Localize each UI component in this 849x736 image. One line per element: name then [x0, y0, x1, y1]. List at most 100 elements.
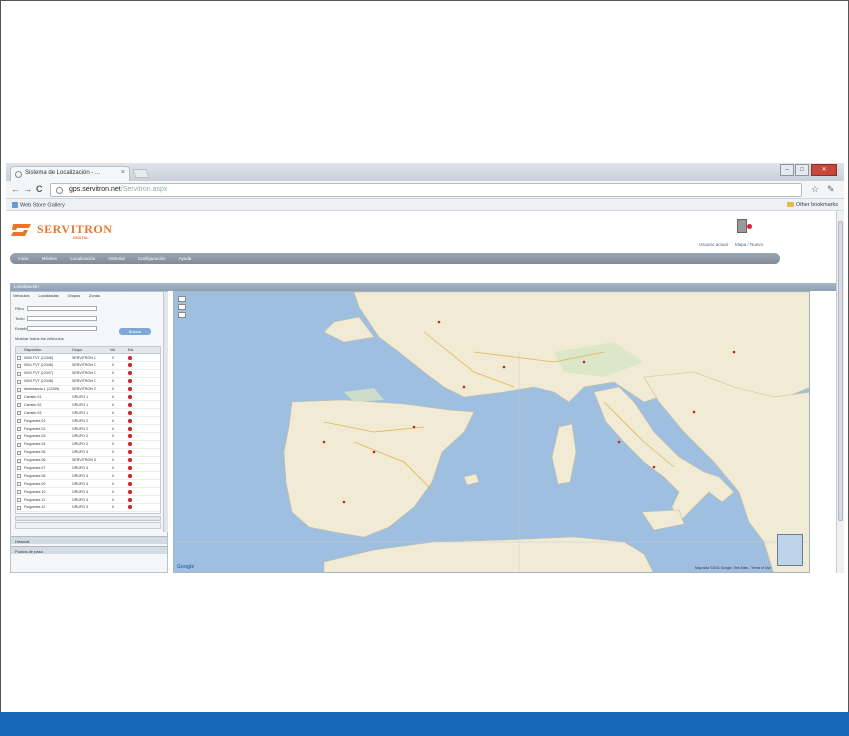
table-row[interactable]: Ambulancia 1 (12349) SERVITRON 2 0 — [16, 386, 160, 394]
row-checkbox[interactable] — [17, 490, 21, 495]
row-checkbox[interactable] — [17, 363, 21, 368]
map-view[interactable]: Map data ©2011 Google, Tele Atlas - Term… — [173, 291, 810, 573]
table-row[interactable]: Furgoneta 06 SERVITRON 3 0 — [16, 457, 160, 465]
row-checkbox[interactable] — [17, 474, 21, 479]
table-row[interactable]: Furgoneta 03 GRUPO 2 0 — [16, 433, 160, 441]
row-checkbox[interactable] — [17, 498, 21, 503]
other-bookmarks-label: Other bookmarks — [795, 202, 838, 208]
table-row[interactable]: Furgoneta 10 GRUPO 3 0 — [16, 488, 160, 497]
vehicle-speed: 0 — [112, 363, 114, 368]
table-row[interactable]: Camión 03 GRUPO 1 0 — [16, 409, 160, 418]
panel-scrollbar[interactable] — [163, 292, 168, 532]
menu-item-configuracion[interactable]: Configuración — [138, 256, 166, 261]
row-checkbox[interactable] — [17, 395, 21, 400]
status-dot-icon — [128, 505, 132, 510]
browser-tab[interactable]: Sistema de Localización - ... × — [10, 166, 130, 181]
close-window-button[interactable]: ✕ — [811, 164, 837, 176]
new-tab-button[interactable] — [132, 169, 150, 178]
col-estado[interactable]: Est. — [128, 348, 134, 352]
star-icon[interactable]: ☆ — [811, 184, 819, 195]
vehicle-group: GRUPO 3 — [72, 497, 89, 502]
table-row[interactable]: Furgoneta 08 GRUPO 3 0 — [16, 472, 160, 481]
row-checkbox[interactable] — [17, 458, 21, 463]
menu-item-inicio[interactable]: Inicio — [18, 256, 29, 261]
row-checkbox[interactable] — [17, 419, 21, 424]
vehicle-speed: 0 — [112, 426, 114, 431]
bookmark-web-store[interactable]: Web Store Gallery — [12, 202, 65, 208]
menu-item-localizacion[interactable]: Localización — [70, 256, 95, 261]
user-link-current[interactable]: Usuario actual — [699, 242, 728, 247]
row-checkbox[interactable] — [17, 403, 21, 408]
menu-item-historial[interactable]: Historial — [108, 256, 124, 261]
reload-icon[interactable]: C — [36, 184, 43, 194]
row-checkbox[interactable] — [17, 411, 21, 416]
table-row[interactable]: Furgoneta 05 GRUPO 3 0 — [16, 449, 160, 457]
row-checkbox[interactable] — [17, 505, 21, 510]
search-button[interactable]: Buscar — [119, 328, 151, 335]
forward-icon[interactable]: → — [23, 184, 32, 194]
tab-zonas[interactable]: Zonas — [89, 294, 100, 298]
table-row[interactable]: 0000 FVT (12345) SERVITRON 1 0 — [16, 354, 160, 362]
tab-localizadas[interactable]: Localizadas — [39, 294, 59, 298]
menu-item-ayuda[interactable]: Ayuda — [179, 256, 192, 261]
map-provider-logo[interactable]: Google — [177, 564, 194, 570]
row-checkbox[interactable] — [17, 466, 21, 471]
table-row[interactable]: Furgoneta 12 GRUPO 3 0 — [16, 504, 160, 512]
status-dot-icon — [128, 402, 132, 407]
tab-title: Sistema de Localización - ... — [25, 170, 101, 176]
vehicle-group: GRUPO 2 — [72, 418, 89, 423]
row-checkbox[interactable] — [17, 482, 21, 487]
table-row[interactable]: Furgoneta 09 GRUPO 3 0 — [16, 480, 160, 489]
row-checkbox[interactable] — [17, 387, 21, 392]
table-body: 0000 FVT (12345) SERVITRON 1 0 0001 FVT (12… — [16, 354, 160, 512]
row-checkbox[interactable] — [17, 427, 21, 432]
tab-vehiculos[interactable]: Vehículos — [13, 294, 29, 298]
status-select[interactable] — [27, 326, 97, 331]
table-row[interactable]: Furgoneta 01 GRUPO 2 0 — [16, 417, 160, 426]
pan-icon[interactable] — [178, 304, 186, 310]
table-hscrollbar[interactable] — [15, 516, 161, 521]
maximize-button[interactable]: □ — [795, 164, 809, 176]
table-row[interactable]: Camión 01 GRUPO 1 0 — [16, 393, 160, 402]
section-puntos-de-paso[interactable]: Puntos de paso — [11, 546, 167, 554]
slide-bottom-bar — [0, 712, 849, 736]
page-scrollbar[interactable] — [836, 211, 844, 573]
table-row[interactable]: Camión 02 GRUPO 1 0 — [16, 401, 160, 410]
row-checkbox[interactable] — [17, 371, 21, 376]
exit-icon[interactable] — [737, 219, 752, 233]
show-all-checkbox-label[interactable]: Mostrar todos los vehículos — [15, 336, 64, 341]
row-checkbox[interactable] — [17, 450, 21, 455]
table-row[interactable]: Furgoneta 04 GRUPO 2 0 — [16, 441, 160, 449]
zoom-out-icon[interactable] — [178, 312, 186, 318]
zoom-in-icon[interactable] — [178, 296, 186, 302]
back-icon[interactable]: ← — [11, 184, 20, 194]
col-dispositivo[interactable]: Dispositivo — [24, 348, 41, 352]
row-checkbox[interactable] — [17, 379, 21, 384]
tab-grupos[interactable]: Grupos — [68, 294, 80, 298]
col-grupo[interactable]: Grupo — [72, 348, 82, 352]
tab-close-icon[interactable]: × — [121, 169, 125, 176]
table-row[interactable]: Furgoneta 02 GRUPO 2 0 — [16, 425, 160, 433]
minimize-button[interactable]: – — [780, 164, 794, 176]
address-bar[interactable]: gps.servitron.net/Servitron.aspx — [50, 183, 802, 197]
table-pager[interactable] — [15, 522, 161, 529]
row-checkbox[interactable] — [17, 442, 21, 447]
section-historial[interactable]: Historial — [11, 536, 167, 544]
row-checkbox[interactable] — [17, 356, 21, 360]
filter-input[interactable] — [27, 306, 97, 311]
table-row[interactable]: 0001 FVT (12346) SERVITRON 1 0 — [16, 362, 160, 370]
status-dot-icon — [128, 355, 132, 360]
table-row[interactable]: 0003 FVT (12348) SERVITRON 1 0 — [16, 378, 160, 386]
overview-minimap[interactable] — [777, 534, 803, 566]
wrench-icon[interactable]: ✎ — [827, 184, 835, 195]
col-velocidad[interactable]: Vel. — [110, 348, 116, 352]
user-link-map[interactable]: Mapa / Nuevo — [735, 242, 763, 247]
table-row[interactable]: Furgoneta 07 GRUPO 3 0 — [16, 464, 160, 473]
table-row[interactable]: Furgoneta 11 GRUPO 3 0 — [16, 496, 160, 504]
menu-item-moviles[interactable]: Móviles — [42, 256, 57, 261]
row-checkbox[interactable] — [17, 434, 21, 439]
table-row[interactable]: 0002 FVT (12347) SERVITRON 1 0 — [16, 370, 160, 378]
other-bookmarks[interactable]: Other bookmarks — [786, 202, 838, 208]
text-input[interactable] — [27, 316, 97, 321]
scrollbar-thumb[interactable] — [838, 221, 843, 521]
